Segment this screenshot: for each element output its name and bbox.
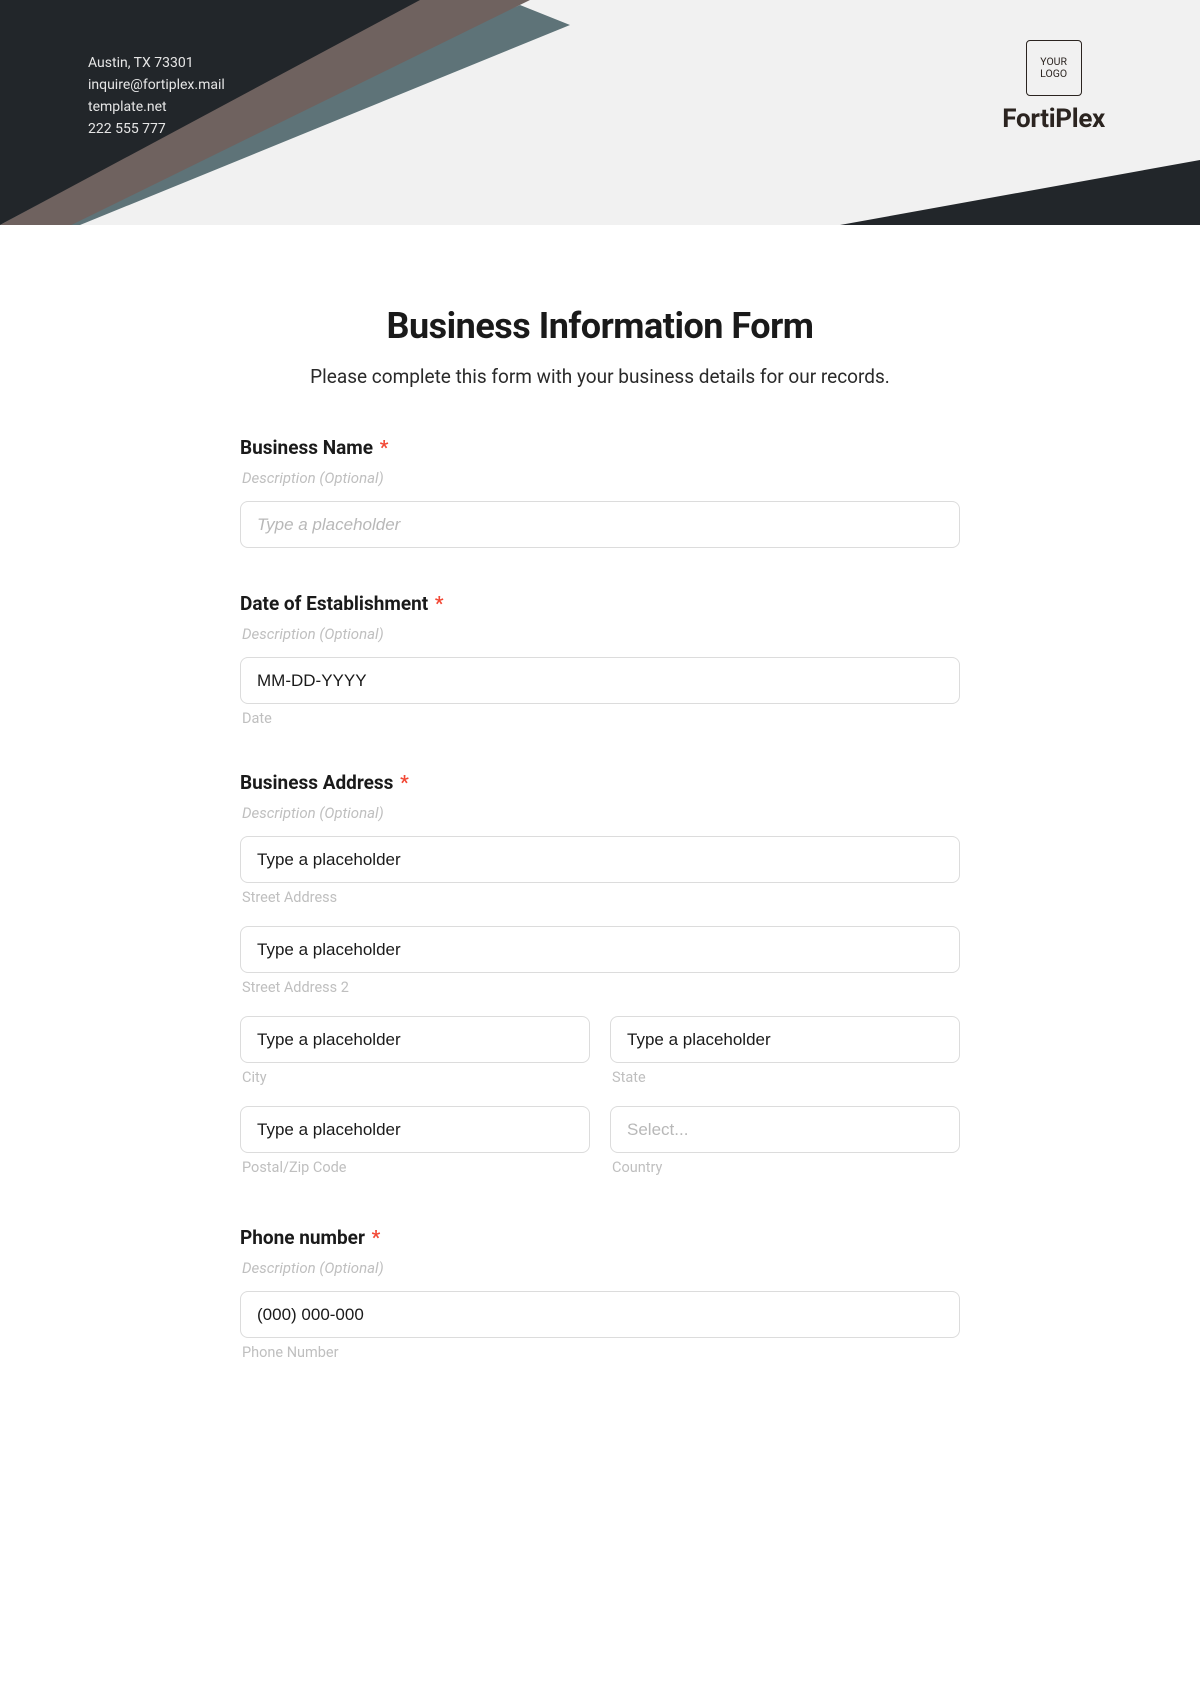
- field-business-address: Business Address * Description (Optional…: [240, 771, 960, 1196]
- required-mark: *: [400, 771, 409, 794]
- field-date-establishment: Date of Establishment * Description (Opt…: [240, 592, 960, 727]
- street-address-input[interactable]: [240, 836, 960, 883]
- phone-label: Phone number *: [240, 1226, 960, 1249]
- street-address-2-sublabel: Street Address 2: [240, 979, 960, 996]
- phone-sublabel: Phone Number: [240, 1344, 960, 1361]
- country-select[interactable]: [610, 1106, 960, 1153]
- date-est-desc: Description (Optional): [240, 625, 960, 643]
- field-phone: Phone number * Description (Optional) Ph…: [240, 1226, 960, 1361]
- date-est-sublabel: Date: [240, 710, 960, 727]
- city-sublabel: City: [240, 1069, 590, 1086]
- business-name-label: Business Name *: [240, 436, 960, 459]
- street-address-2-input[interactable]: [240, 926, 960, 973]
- business-name-desc: Description (Optional): [240, 469, 960, 487]
- logo-placeholder: YOUR LOGO: [1026, 40, 1082, 96]
- date-est-label: Date of Establishment *: [240, 592, 960, 615]
- letterhead-banner: Austin, TX 73301 inquire@fortiplex.mail …: [0, 0, 1200, 225]
- email-line: inquire@fortiplex.mail: [88, 74, 225, 96]
- city-input[interactable]: [240, 1016, 590, 1063]
- address-label: Business Address *: [240, 771, 960, 794]
- website-line: template.net: [88, 96, 225, 118]
- form-title: Business Information Form: [240, 305, 960, 347]
- postal-sublabel: Postal/Zip Code: [240, 1159, 590, 1176]
- company-contact-info: Austin, TX 73301 inquire@fortiplex.mail …: [88, 52, 225, 140]
- brand-block: YOUR LOGO FortiPlex: [1002, 40, 1105, 134]
- state-sublabel: State: [610, 1069, 960, 1086]
- form-subtitle: Please complete this form with your busi…: [240, 365, 960, 388]
- business-name-input[interactable]: [240, 501, 960, 548]
- form-container: Business Information Form Please complet…: [240, 225, 960, 1361]
- phone-desc: Description (Optional): [240, 1259, 960, 1277]
- required-mark: *: [435, 592, 444, 615]
- field-business-name: Business Name * Description (Optional): [240, 436, 960, 548]
- phone-input[interactable]: [240, 1291, 960, 1338]
- brand-name: FortiPlex: [1002, 104, 1105, 134]
- date-est-input[interactable]: [240, 657, 960, 704]
- address-desc: Description (Optional): [240, 804, 960, 822]
- street-address-sublabel: Street Address: [240, 889, 960, 906]
- required-mark: *: [372, 1226, 381, 1249]
- address-line: Austin, TX 73301: [88, 52, 225, 74]
- state-input[interactable]: [610, 1016, 960, 1063]
- country-sublabel: Country: [610, 1159, 960, 1176]
- required-mark: *: [380, 436, 389, 459]
- postal-input[interactable]: [240, 1106, 590, 1153]
- phone-line: 222 555 777: [88, 118, 225, 140]
